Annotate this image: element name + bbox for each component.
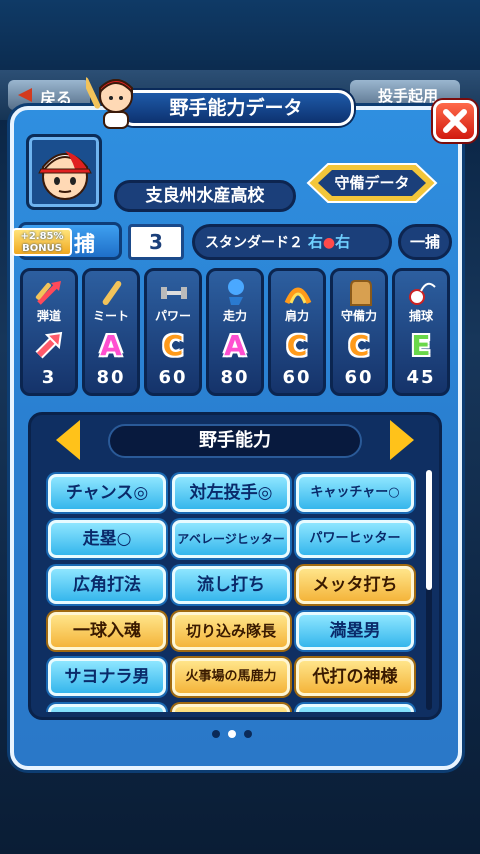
stat-label: 肩力	[284, 309, 309, 323]
skill-button[interactable]: 一球入魂	[48, 612, 166, 650]
stat-label: パワー	[154, 309, 191, 323]
stat-label: 守備力	[340, 309, 377, 323]
stat-value: 60	[158, 367, 188, 388]
trajectory-icon	[35, 277, 65, 307]
player-avatar	[26, 134, 102, 210]
skill-button[interactable]: 切り込み隊長	[172, 612, 290, 650]
bonus-badge: +2.85% BONUS	[12, 228, 72, 256]
stat-value: 3	[41, 367, 57, 388]
stat-grade: A	[224, 329, 246, 362]
school-name: 支良州水産高校	[114, 180, 296, 212]
stat-value: 60	[344, 367, 374, 388]
stats-row: 弾道 3 ミート A 80 パワー C 60 走力 A 80 肩力 C 60 守備力 C 60 捕球 E 45	[20, 268, 454, 396]
page-dot[interactable]	[228, 730, 236, 738]
skill-button[interactable]: 代打の神様	[296, 658, 414, 696]
skill-button[interactable]: チャンス◎	[48, 474, 166, 512]
stat-grade: C	[286, 329, 308, 362]
stat-value: 45	[406, 367, 436, 388]
stat-card: 守備力 C 60	[330, 268, 388, 396]
stat-card: 肩力 C 60	[268, 268, 326, 396]
skill-button[interactable]: 対左投手◎	[172, 474, 290, 512]
stat-card: ミート A 80	[82, 268, 140, 396]
skill-button[interactable]	[48, 704, 166, 712]
skill-button[interactable]: 満塁男	[296, 612, 414, 650]
skill-button[interactable]: 広角打法	[48, 566, 166, 604]
stat-grade: E	[411, 329, 431, 362]
stat-card: パワー C 60	[144, 268, 202, 396]
next-arrow-icon[interactable]	[390, 420, 414, 460]
skill-button[interactable]: アベレージヒッター	[172, 520, 290, 558]
skill-button[interactable]: サヨナラ男	[48, 658, 166, 696]
stat-value: 60	[282, 367, 312, 388]
dialog-title: 野手能力データ	[118, 90, 354, 126]
page-dot[interactable]	[212, 730, 220, 738]
pitcher-label: 投手起用	[378, 87, 439, 105]
arm-icon	[283, 277, 313, 307]
stat-label: ミート	[92, 309, 129, 323]
page-dot[interactable]	[244, 730, 252, 738]
stat-label: 走力	[222, 309, 247, 323]
running-icon	[221, 277, 251, 307]
stat-value: 80	[96, 367, 126, 388]
bat-icon	[97, 277, 127, 307]
close-button[interactable]	[433, 100, 477, 142]
defense-data-label: 守備データ	[334, 174, 410, 192]
stat-card: 捕球 E 45	[392, 268, 450, 396]
skill-button[interactable]: パワーヒッター	[296, 520, 414, 558]
bonus-label: BONUS	[22, 243, 62, 254]
prev-arrow-icon[interactable]	[56, 420, 80, 460]
position-label: 捕	[74, 232, 95, 256]
throws-hand: 右	[307, 233, 323, 251]
defense-data-button[interactable]: 守備データ	[306, 160, 438, 206]
stat-value: 80	[220, 367, 250, 388]
dumbbell-icon	[159, 277, 189, 307]
skills-grid: チャンス◎ 対左投手◎ キャッチャー○ 走塁○ アベレージヒッター パワーヒッター広角打法…	[40, 468, 420, 712]
stat-card: 走力 A 80	[206, 268, 264, 396]
scrollbar-thumb[interactable]	[426, 470, 432, 590]
stat-card: 弾道 3	[20, 268, 78, 396]
stat-grade: C	[348, 329, 370, 362]
uniform-number: 3	[128, 224, 184, 260]
close-icon	[443, 109, 467, 133]
stat-grade: A	[100, 329, 122, 362]
skill-button[interactable]: メッタ打ち	[296, 566, 414, 604]
stat-grade: C	[162, 329, 184, 362]
catch-icon	[407, 277, 437, 307]
mascot-icon	[82, 72, 140, 130]
skill-button[interactable]: 火事場の馬鹿力	[172, 658, 290, 696]
ball-icon: ●	[322, 235, 336, 251]
sub-position: 一捕	[398, 224, 452, 260]
skill-button[interactable]	[296, 704, 414, 712]
form-name: スタンダード２	[205, 235, 303, 251]
back-arrow-icon	[18, 88, 32, 102]
batting-form: スタンダード２ 右●右	[192, 224, 392, 260]
stat-label: 捕球	[408, 309, 433, 323]
bonus-value: +2.85%	[20, 231, 64, 242]
glove-icon	[345, 277, 375, 307]
skill-button[interactable]	[172, 704, 290, 712]
skill-button[interactable]: キャッチャー○	[296, 474, 414, 512]
skills-title: 野手能力	[108, 424, 362, 458]
skill-button[interactable]: 流し打ち	[172, 566, 290, 604]
skill-button[interactable]: 走塁○	[48, 520, 166, 558]
trajectory-arrow-icon	[23, 329, 75, 366]
page-indicator	[212, 730, 262, 740]
bats-hand: 右	[335, 233, 351, 251]
stat-label: 弾道	[36, 309, 61, 323]
